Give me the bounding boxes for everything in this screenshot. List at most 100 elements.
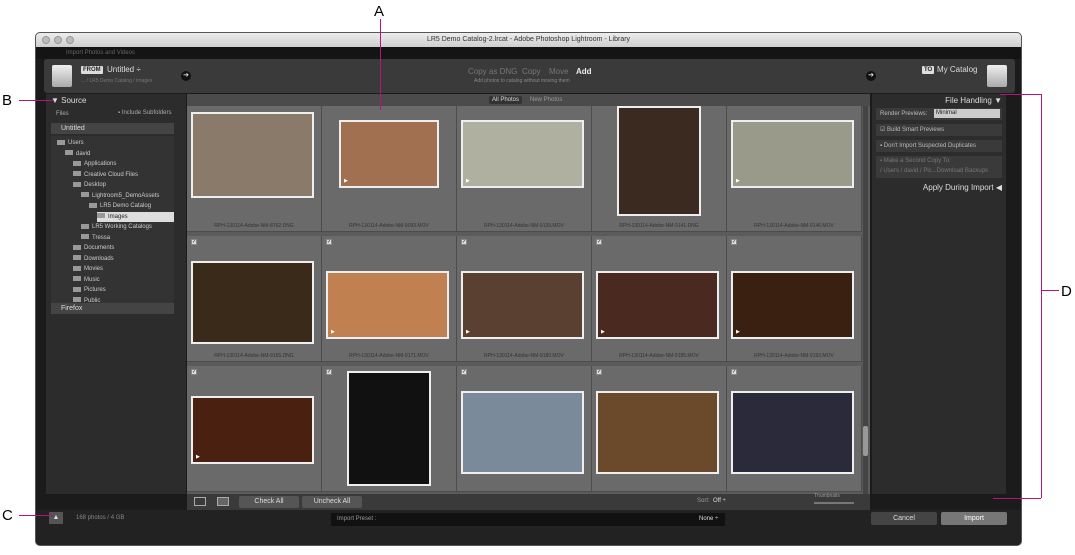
video-icon: ▶	[466, 178, 470, 184]
folder-item[interactable]: Downloads	[73, 254, 114, 264]
file-name: RPH-130114-Adobe-NM-9185.MOV	[619, 353, 699, 359]
minimize-icon[interactable]	[54, 36, 62, 44]
sort-select[interactable]: Off ÷	[713, 498, 726, 504]
thumbnail-size-slider[interactable]	[814, 502, 854, 504]
photo-cell[interactable]: ✓	[592, 366, 727, 492]
folder-item[interactable]: Desktop	[73, 180, 106, 190]
photo-thumbnail[interactable]: ▶	[339, 120, 439, 188]
photo-thumbnail[interactable]: ▶	[461, 271, 584, 339]
include-checkbox[interactable]: ✓	[461, 239, 467, 245]
second-copy-checkbox[interactable]: ▪ Make a Second Copy To: / Users / david …	[876, 156, 1002, 178]
mode-copy[interactable]: Copy	[522, 67, 541, 76]
photo-thumbnail[interactable]: ▶	[191, 396, 314, 464]
destination-name[interactable]: My Catalog	[937, 65, 977, 74]
photo-thumbnail[interactable]: ▶	[461, 120, 584, 188]
mode-move[interactable]: Move	[549, 67, 569, 76]
apply-during-import-header[interactable]: Apply During Import ◀	[923, 183, 1002, 192]
source-name[interactable]: Untitled ÷	[107, 65, 141, 74]
photo-thumbnail[interactable]	[731, 391, 854, 474]
photo-thumbnail[interactable]	[191, 112, 314, 198]
tab-all-photos[interactable]: All Photos	[489, 96, 523, 104]
expand-toggle-icon[interactable]: ▲	[49, 512, 63, 524]
folder-label: Images	[108, 213, 128, 220]
photo-cell[interactable]: ✓ ▶ RPH-130114-Adobe-NM-9171.MOV	[322, 236, 457, 362]
cancel-button[interactable]: Cancel	[871, 512, 937, 525]
folder-item[interactable]: Music	[73, 275, 100, 285]
no-duplicates-checkbox[interactable]: ▪ Don't Import Suspected Duplicates	[876, 140, 1002, 152]
photo-cell[interactable]: ▶ RPH-130114-Adobe-NM-9146.MOV	[727, 106, 862, 232]
include-checkbox[interactable]: ✓	[191, 369, 197, 375]
photo-cell[interactable]: RPH-130114-Adobe-NM-9141.DNG	[592, 106, 727, 232]
tab-new-photos[interactable]: New Photos	[527, 96, 565, 104]
folder-item[interactable]: Users	[57, 138, 84, 148]
photo-cell[interactable]: ✓	[322, 366, 457, 492]
file-handling-header[interactable]: File Handling ▼	[945, 96, 1002, 105]
photo-thumbnail[interactable]	[347, 371, 431, 486]
destination-arrow-icon[interactable]: ➔	[866, 71, 876, 81]
render-previews-select[interactable]: Minimal	[934, 109, 1000, 118]
check-all-button[interactable]: Check All	[239, 496, 299, 508]
photo-cell[interactable]: ▶ RPH-130114-Adobe-NM-9093.MOV	[322, 106, 457, 232]
folder-item[interactable]: LR5 Demo Catalog	[89, 201, 151, 211]
photo-thumbnail[interactable]	[191, 261, 314, 344]
photo-cell[interactable]: ✓ RPH-130114-Adobe-NM-9165.DNG	[187, 236, 322, 362]
include-subfolders-checkbox[interactable]: ▪ Include Subfolders	[118, 110, 172, 116]
folder-item[interactable]: Movies	[73, 264, 103, 274]
import-button[interactable]: Import	[941, 512, 1007, 525]
mode-copy-dng[interactable]: Copy as DNG	[468, 67, 517, 76]
photo-thumbnail[interactable]: ▶	[596, 271, 719, 339]
photo-thumbnail[interactable]	[617, 106, 701, 216]
photo-thumbnail[interactable]	[461, 391, 584, 474]
firefox-volume[interactable]: Firefox	[51, 303, 174, 314]
photo-thumbnail[interactable]: ▶	[326, 271, 449, 339]
source-header[interactable]: ▼ Source	[51, 96, 87, 105]
folder-icon	[81, 192, 89, 198]
include-checkbox[interactable]: ✓	[191, 239, 197, 245]
photo-cell[interactable]: ✓ ▶ RPH-130114-Adobe-NM-9193.MOV	[727, 236, 862, 362]
folder-item[interactable]: Tressa	[81, 233, 110, 243]
grid-view-icon[interactable]	[194, 497, 206, 506]
folder-label: Tressa	[92, 234, 111, 241]
source-arrow-icon[interactable]: ➔	[181, 71, 191, 81]
photo-cell[interactable]: ▶ RPH-130114-Adobe-NM-9139.MOV	[457, 106, 592, 232]
include-checkbox[interactable]: ✓	[596, 239, 602, 245]
photo-cell[interactable]: ✓ ▶	[187, 366, 322, 492]
folder-item[interactable]: LR5 Working Catalogs	[81, 222, 152, 232]
folder-label: Creative Cloud Files	[84, 171, 139, 178]
photo-cell[interactable]: ✓	[457, 366, 592, 492]
include-checkbox[interactable]: ✓	[326, 369, 332, 375]
folder-icon	[73, 171, 81, 177]
folder-icon	[73, 181, 81, 187]
grid-scrollbar[interactable]	[863, 106, 868, 494]
folder-item[interactable]: Creative Cloud Files	[73, 170, 138, 180]
import-preset[interactable]: Import Preset : None ÷	[331, 513, 725, 526]
folder-item[interactable]: Images	[97, 211, 174, 222]
smart-previews-checkbox[interactable]: ☑ Build Smart Previews	[876, 124, 1002, 136]
mode-add[interactable]: Add	[576, 67, 592, 76]
folder-item[interactable]: david	[65, 149, 90, 159]
close-icon[interactable]	[42, 36, 50, 44]
folder-item[interactable]: Lightroom5_DemoAssets	[81, 191, 159, 201]
folder-item[interactable]: Documents	[73, 243, 114, 253]
include-checkbox[interactable]: ✓	[731, 369, 737, 375]
uncheck-all-button[interactable]: Uncheck All	[302, 496, 362, 508]
folder-label: Documents	[84, 245, 115, 251]
photo-cell[interactable]: RPH-130114-Adobe-NM-8762.DNG	[187, 106, 322, 232]
photo-cell[interactable]: ✓ ▶ RPH-130114-Adobe-NM-9180.MOV	[457, 236, 592, 362]
photo-cell[interactable]: ✓ ▶ RPH-130114-Adobe-NM-9185.MOV	[592, 236, 727, 362]
folder-item[interactable]: Applications	[73, 159, 116, 169]
zoom-icon[interactable]	[66, 36, 74, 44]
include-checkbox[interactable]: ✓	[731, 239, 737, 245]
photo-thumbnail[interactable]: ▶	[731, 120, 854, 188]
include-checkbox[interactable]: ✓	[596, 369, 602, 375]
include-checkbox[interactable]: ✓	[461, 369, 467, 375]
photo-grid: All Photos New Photos RPH-130114-Adobe-N…	[187, 94, 870, 494]
untitled-volume[interactable]: Untitled	[51, 123, 174, 134]
photo-thumbnail[interactable]: ▶	[731, 271, 854, 339]
folder-item[interactable]: Pictures	[73, 285, 106, 295]
photo-cell[interactable]: ✓	[727, 366, 862, 492]
photo-thumbnail[interactable]	[596, 391, 719, 474]
file-name: RPH-130114-Adobe-NM-9093.MOV	[349, 223, 429, 229]
loupe-view-icon[interactable]	[217, 497, 229, 506]
include-checkbox[interactable]: ✓	[326, 239, 332, 245]
